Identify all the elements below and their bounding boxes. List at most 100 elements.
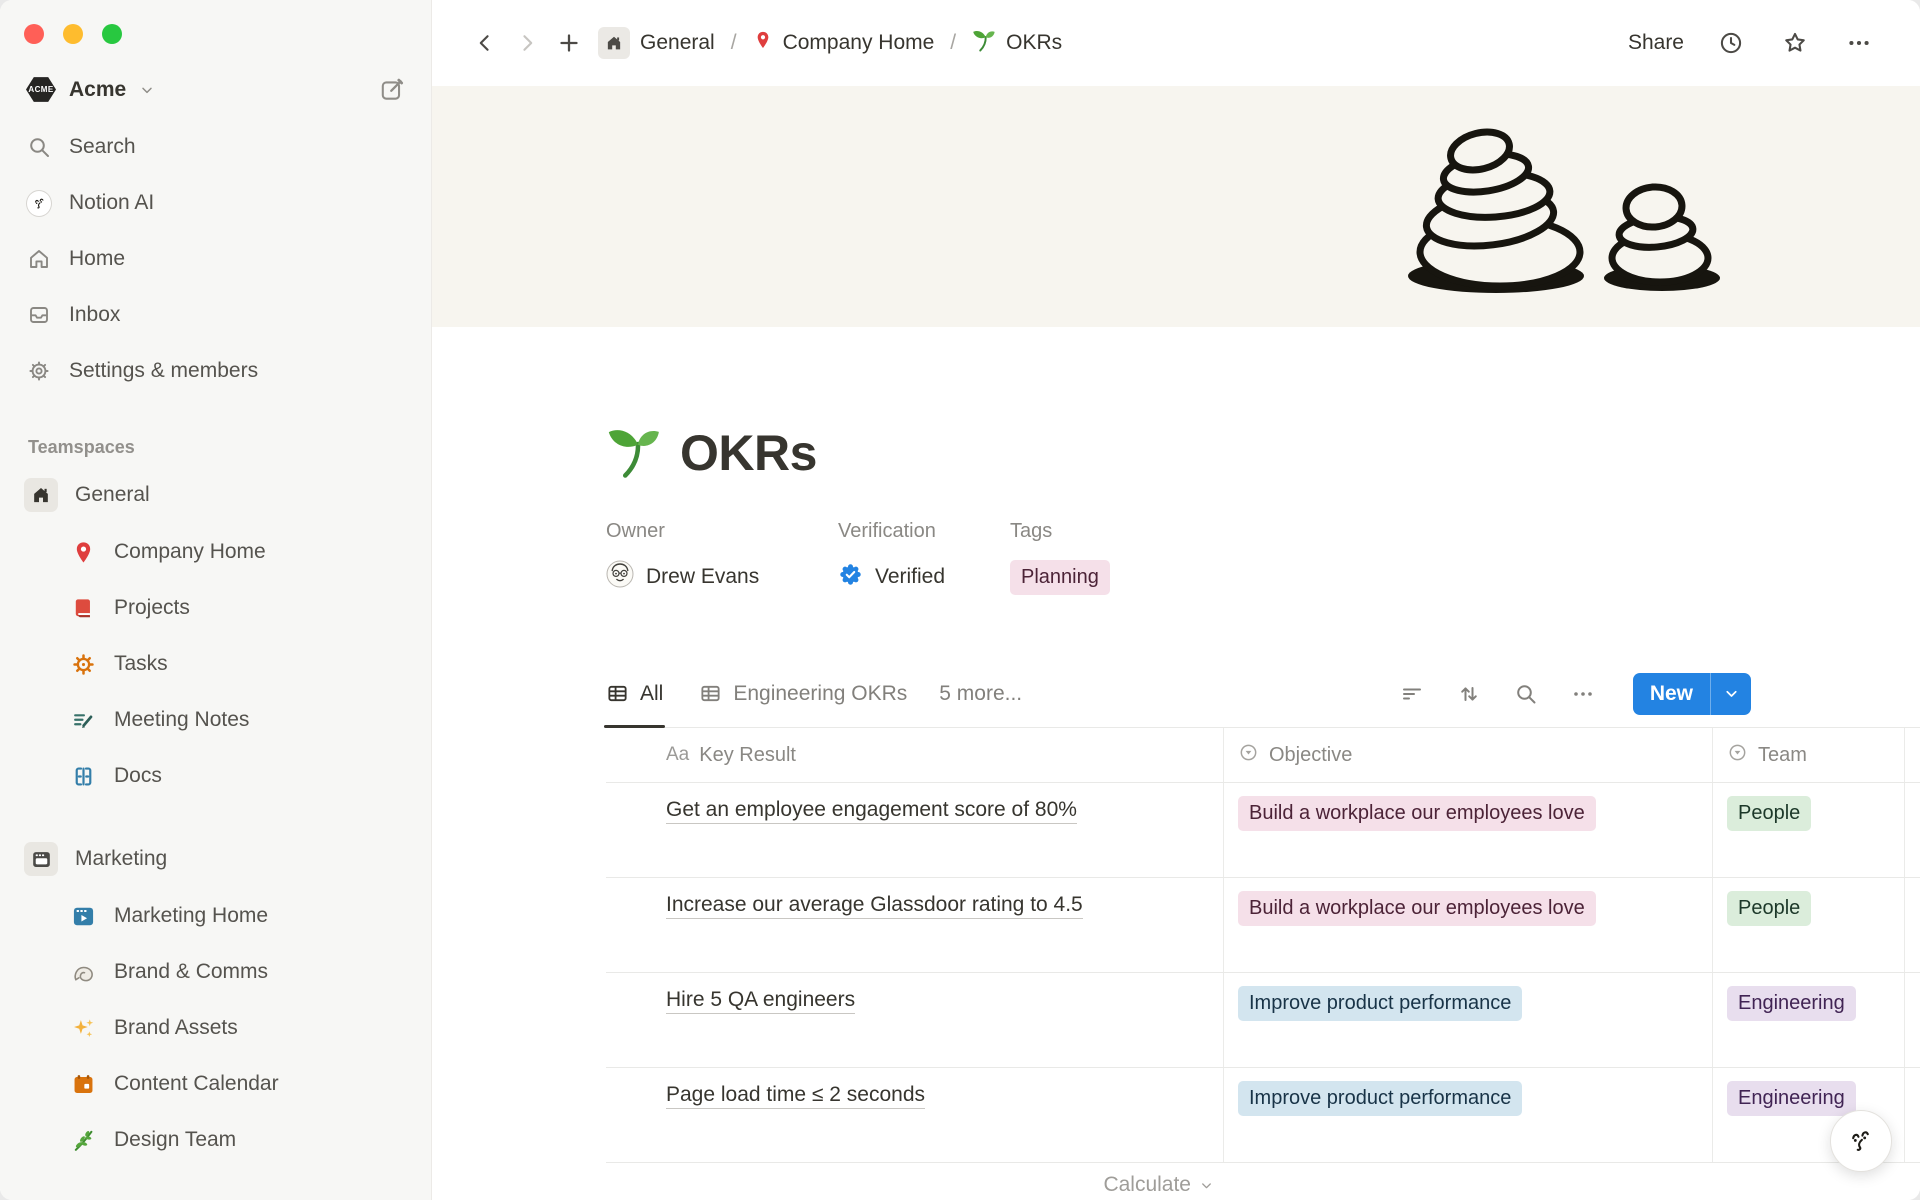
view-toolbar: New <box>1397 673 1751 715</box>
ship-wheel-icon <box>70 651 97 678</box>
sidebar-page-company-home[interactable]: Company Home <box>0 524 431 580</box>
tags-value[interactable]: Planning <box>1010 560 1110 594</box>
add-page-button[interactable] <box>552 26 586 60</box>
home-icon <box>26 246 52 272</box>
calculate-button[interactable]: Calculate <box>606 1173 1224 1197</box>
sidebar-item-settings[interactable]: Settings & members <box>0 343 431 399</box>
key-result-link[interactable]: Hire 5 QA engineers <box>666 988 855 1014</box>
objective-cell[interactable]: Improve product performance <box>1224 973 1713 1067</box>
verification-text: Verified <box>875 565 945 589</box>
notion-ai-icon <box>1844 1124 1878 1158</box>
breadcrumb-general[interactable]: General <box>594 25 719 61</box>
property-verification: Verification Verified <box>838 518 1010 594</box>
page-title[interactable]: OKRs <box>680 422 817 484</box>
objective-cell[interactable]: Build a workplace our employees love <box>1224 783 1713 877</box>
clapper-board-icon <box>70 903 97 930</box>
table-header: Aa Key Result Objective Team <box>606 728 1920 783</box>
sidebar-item-home[interactable]: Home <box>0 231 431 287</box>
sidebar-page-projects[interactable]: Projects <box>0 580 431 636</box>
shell-icon <box>70 959 97 986</box>
back-button[interactable] <box>468 26 502 60</box>
new-button[interactable]: New <box>1633 673 1710 715</box>
workspace-name: Acme <box>69 78 126 102</box>
seedling-icon[interactable] <box>606 423 662 484</box>
sidebar-page-meeting-notes[interactable]: Meeting Notes <box>0 692 431 748</box>
tab-all[interactable]: All <box>606 660 663 727</box>
sidebar-page-brand-comms[interactable]: Brand & Comms <box>0 944 431 1000</box>
sidebar-page-docs[interactable]: Docs <box>0 748 431 804</box>
share-button[interactable]: Share <box>1628 31 1684 55</box>
breadcrumb-okrs[interactable]: OKRs <box>968 26 1066 60</box>
objective-cell[interactable]: Improve product performance <box>1224 1068 1713 1162</box>
zoom-window-button[interactable] <box>102 24 122 44</box>
filter-icon[interactable] <box>1397 679 1427 709</box>
key-result-cell[interactable]: Increase our average Glassdoor rating to… <box>606 878 1224 972</box>
key-result-cell[interactable]: Page load time ≤ 2 seconds <box>606 1068 1224 1162</box>
view-options-icon[interactable] <box>1568 679 1598 709</box>
key-result-cell[interactable]: Get an employee engagement score of 80% <box>606 783 1224 877</box>
updates-clock-button[interactable] <box>1714 26 1748 60</box>
key-result-link[interactable]: Get an employee engagement score of 80% <box>666 798 1077 824</box>
table-row: Increase our average Glassdoor rating to… <box>606 878 1920 973</box>
more-options-button[interactable] <box>1842 26 1876 60</box>
marketing-teamspace-icon <box>24 842 58 876</box>
team-cell[interactable]: People <box>1713 783 1905 877</box>
herb-icon <box>70 1127 97 1154</box>
table-row: Hire 5 QA engineers Improve product perf… <box>606 973 1920 1068</box>
workspace-switcher[interactable]: ACME Acme <box>26 76 405 103</box>
inbox-icon <box>26 302 52 328</box>
more-views-link[interactable]: 5 more... <box>939 682 1022 706</box>
sidebar-teamspace-general[interactable]: General <box>0 466 431 524</box>
sort-icon[interactable] <box>1454 679 1484 709</box>
objective-chip: Improve product performance <box>1238 986 1522 1021</box>
sidebar-item-label: Notion AI <box>69 191 154 215</box>
property-label: Tags <box>1010 518 1110 544</box>
owner-value[interactable]: Drew Evans <box>606 560 838 594</box>
team-cell[interactable]: People <box>1713 878 1905 972</box>
notion-ai-floating-button[interactable] <box>1830 1110 1892 1172</box>
sidebar-page-marketing-home[interactable]: Marketing Home <box>0 888 431 944</box>
column-label: Key Result <box>699 744 796 767</box>
round-pushpin-icon <box>753 30 773 56</box>
page-label: Tasks <box>114 652 168 676</box>
page-content: OKRs Owner Drew Evans Verification <box>432 327 1920 1200</box>
minimize-window-button[interactable] <box>63 24 83 44</box>
sidebar-page-design-team[interactable]: Design Team <box>0 1112 431 1168</box>
tab-engineering-okrs[interactable]: Engineering OKRs <box>699 660 907 727</box>
new-page-button[interactable] <box>379 77 405 103</box>
favorite-star-button[interactable] <box>1778 26 1812 60</box>
breadcrumb-company-home[interactable]: Company Home <box>749 28 939 58</box>
new-dropdown-button[interactable] <box>1711 673 1751 715</box>
sidebar-page-content-calendar[interactable]: Content Calendar <box>0 1056 431 1112</box>
close-window-button[interactable] <box>24 24 44 44</box>
team-cell[interactable]: Engineering <box>1713 973 1905 1067</box>
key-result-link[interactable]: Increase our average Glassdoor rating to… <box>666 893 1083 919</box>
key-result-link[interactable]: Page load time ≤ 2 seconds <box>666 1083 925 1109</box>
column-header-team[interactable]: Team <box>1713 728 1905 782</box>
calendar-icon <box>70 1071 97 1098</box>
forward-button[interactable] <box>510 26 544 60</box>
notion-ai-icon <box>26 190 52 216</box>
sidebar-item-inbox[interactable]: Inbox <box>0 287 431 343</box>
verification-value[interactable]: Verified <box>838 560 1010 594</box>
sidebar-item-notion-ai[interactable]: Notion AI <box>0 175 431 231</box>
select-property-icon <box>1238 742 1259 769</box>
owner-name: Drew Evans <box>646 565 759 589</box>
sidebar-item-search[interactable]: Search <box>0 119 431 175</box>
select-property-icon <box>1727 742 1748 769</box>
page-label: Projects <box>114 596 190 620</box>
sidebar-item-label: Search <box>69 135 136 159</box>
sidebar-item-label: Home <box>69 247 125 271</box>
sidebar-page-brand-assets[interactable]: Brand Assets <box>0 1000 431 1056</box>
sidebar-page-tasks[interactable]: Tasks <box>0 636 431 692</box>
page-properties: Owner Drew Evans Verification Ver <box>606 518 1920 594</box>
key-result-cell[interactable]: Hire 5 QA engineers <box>606 973 1224 1067</box>
column-header-key-result[interactable]: Aa Key Result <box>606 728 1224 782</box>
objective-cell[interactable]: Build a workplace our employees love <box>1224 878 1713 972</box>
calculate-row: Calculate <box>606 1163 1920 1200</box>
tab-label: All <box>640 682 663 706</box>
page-cover <box>432 86 1920 327</box>
search-icon[interactable] <box>1511 679 1541 709</box>
column-header-objective[interactable]: Objective <box>1224 728 1713 782</box>
sidebar-teamspace-marketing[interactable]: Marketing <box>0 830 431 888</box>
